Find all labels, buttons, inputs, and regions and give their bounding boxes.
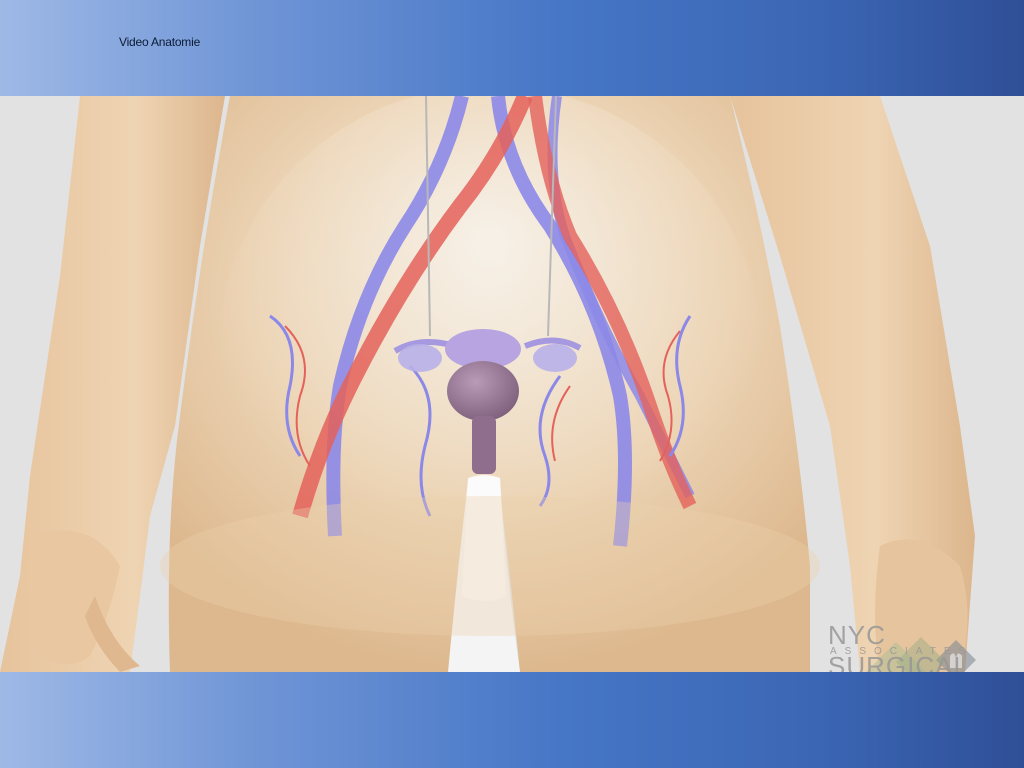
- left-ovary: [398, 344, 442, 372]
- anatomy-video-frame[interactable]: NYC SURGICAL ASSOCIATES: [0, 96, 1024, 672]
- slide-footer-band: [0, 672, 1024, 768]
- slide-title: Video Anatomie: [119, 35, 201, 49]
- right-ovary: [533, 344, 577, 372]
- uterus: [447, 361, 519, 421]
- anatomy-illustration: [0, 96, 1024, 672]
- watermark-sub-text: ASSOCIATES: [830, 646, 974, 657]
- cervix: [472, 416, 496, 474]
- slide-header-band: Video Anatomie: [0, 0, 1024, 96]
